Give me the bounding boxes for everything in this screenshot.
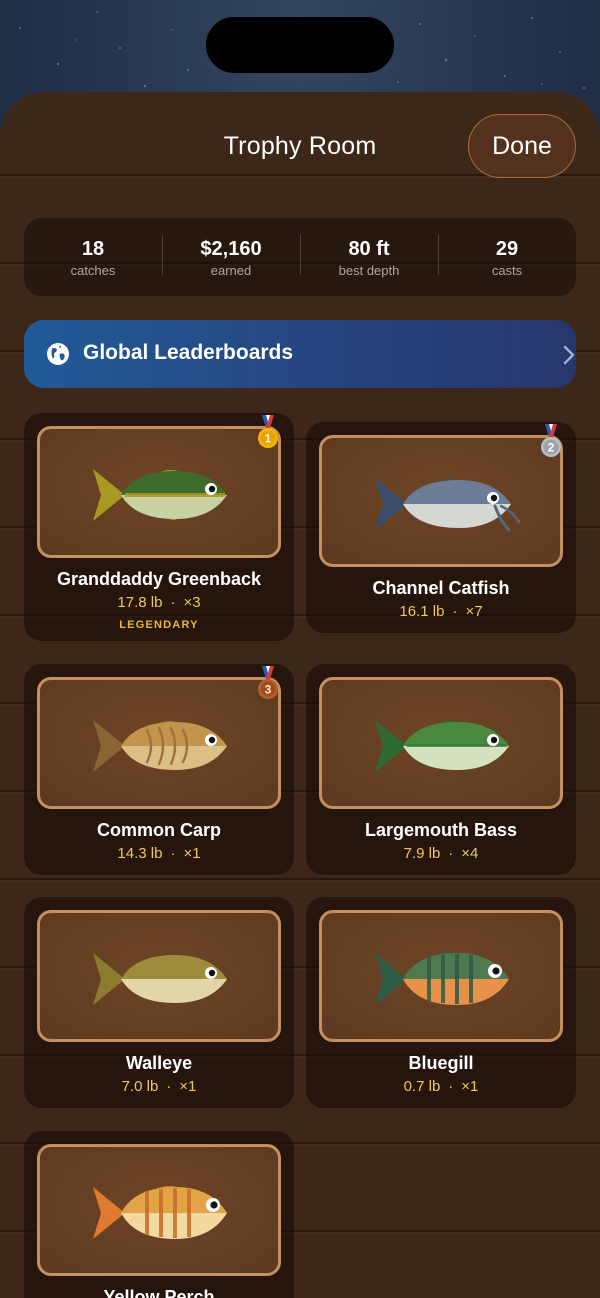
trophy-name: Walleye xyxy=(125,1053,193,1073)
trophy-meta: 17.8 lb · ×3 xyxy=(24,594,294,611)
trophy-plaque xyxy=(319,435,563,567)
done-button[interactable]: Done xyxy=(468,114,576,178)
trophy-count: ×3 xyxy=(183,594,201,611)
trophy-card-granddaddy-greenback[interactable]: 1 Granddaddy Greenback 17.8 lb · ×3 LEGEND… xyxy=(24,413,294,641)
globe-icon xyxy=(47,343,69,365)
stat-value: 18 xyxy=(81,237,105,260)
trophy-weight: 0.7 lb xyxy=(403,1078,441,1095)
leaderboards-label: Global Leaderboards xyxy=(83,341,294,364)
trophy-plaque xyxy=(319,910,563,1042)
trophy-count: ×4 xyxy=(461,845,479,862)
separator: · xyxy=(170,845,176,862)
trophy-card-channel-catfish[interactable]: 2 Channel Catfish 16.1 lb · ×7 xyxy=(306,422,576,633)
stat-earned: $2,160 earned xyxy=(162,234,300,278)
trophy-count: ×1 xyxy=(183,845,201,862)
trophy-name: Largemouth Bass xyxy=(364,820,518,840)
trophy-name: Common Carp xyxy=(96,820,221,840)
stat-label: catches xyxy=(70,262,116,278)
perch-fish-icon xyxy=(93,1186,227,1239)
trophy-meta: 14.3 lb · ×1 xyxy=(24,845,294,862)
trophy-weight: 7.0 lb xyxy=(121,1078,159,1095)
trophy-card-largemouth-bass[interactable]: Largemouth Bass 7.9 lb · ×4 xyxy=(306,664,576,875)
medal-rank: 1 xyxy=(265,432,272,446)
trophy-weight: 17.8 lb xyxy=(117,594,163,611)
trophy-weight: 14.3 lb xyxy=(117,845,163,862)
trophy-name: Bluegill xyxy=(408,1053,474,1073)
walleye-fish-icon xyxy=(93,953,227,1005)
trophy-count: ×1 xyxy=(179,1078,197,1095)
trophy-name: Channel Catfish xyxy=(372,578,510,598)
catfish-icon xyxy=(375,478,521,532)
trophy-plaque xyxy=(37,1144,281,1276)
trophy-count: ×7 xyxy=(465,603,483,620)
stat-value: $2,160 xyxy=(200,237,262,260)
trophy-meta: 0.7 lb · ×1 xyxy=(306,1078,576,1095)
stat-best-depth: 80 ft best depth xyxy=(300,234,438,278)
bluegill-fish-icon xyxy=(375,952,509,1005)
stat-label: best depth xyxy=(338,262,400,278)
trophy-plaque xyxy=(37,677,281,809)
gold-medal-icon: 1 xyxy=(258,415,278,448)
trophy-card-bluegill[interactable]: Bluegill 0.7 lb · ×1 xyxy=(306,897,576,1108)
trophy-card-walleye[interactable]: Walleye 7.0 lb · ×1 xyxy=(24,897,294,1108)
trophy-name: Granddaddy Greenback xyxy=(56,569,262,589)
medal-rank: 2 xyxy=(548,441,555,455)
separator: · xyxy=(166,1078,172,1095)
trophy-meta: 16.1 lb · ×7 xyxy=(306,603,576,620)
trophy-plaque xyxy=(319,677,563,809)
trophy-plaque xyxy=(37,426,281,558)
bronze-medal-icon: 3 xyxy=(258,666,278,699)
stat-label: casts xyxy=(491,262,523,278)
silver-medal-icon: 2 xyxy=(541,424,561,457)
stat-value: 29 xyxy=(495,237,519,260)
separator: · xyxy=(452,603,458,620)
trophy-card-common-carp[interactable]: 3 Common Carp 14.3 lb · ×1 xyxy=(24,664,294,875)
legendary-badge: LEGENDARY xyxy=(119,619,199,631)
separator: · xyxy=(170,594,176,611)
separator: · xyxy=(448,845,454,862)
trophy-name: Yellow Perch xyxy=(103,1287,215,1298)
global-leaderboards-button[interactable]: Global Leaderboards xyxy=(24,320,576,388)
stat-value: 80 ft xyxy=(348,237,390,260)
trophy-weight: 16.1 lb xyxy=(399,603,445,620)
trophy-meta: 7.9 lb · ×4 xyxy=(306,845,576,862)
stats-bar: 18 catches $2,160 earned 80 ft best dept… xyxy=(24,218,576,296)
trophy-weight: 7.9 lb xyxy=(403,845,441,862)
stat-catches: 18 catches xyxy=(24,237,162,278)
trophy-count: ×1 xyxy=(461,1078,479,1095)
separator: · xyxy=(448,1078,454,1095)
bass-fish-icon xyxy=(93,469,227,521)
trophy-card-yellow-perch[interactable]: Yellow Perch xyxy=(24,1131,294,1298)
carp-fish-icon xyxy=(93,720,227,772)
stat-casts: 29 casts xyxy=(438,234,576,278)
stat-label: earned xyxy=(210,262,252,278)
trophy-room-sheet: Trophy Room Done 18 catches $2,160 earne… xyxy=(0,92,600,1298)
dynamic-island xyxy=(206,17,394,73)
medal-rank: 3 xyxy=(265,683,272,697)
bass-fish-icon xyxy=(375,720,509,772)
trophy-meta: 7.0 lb · ×1 xyxy=(24,1078,294,1095)
trophy-plaque xyxy=(37,910,281,1042)
chevron-right-icon xyxy=(563,345,575,365)
